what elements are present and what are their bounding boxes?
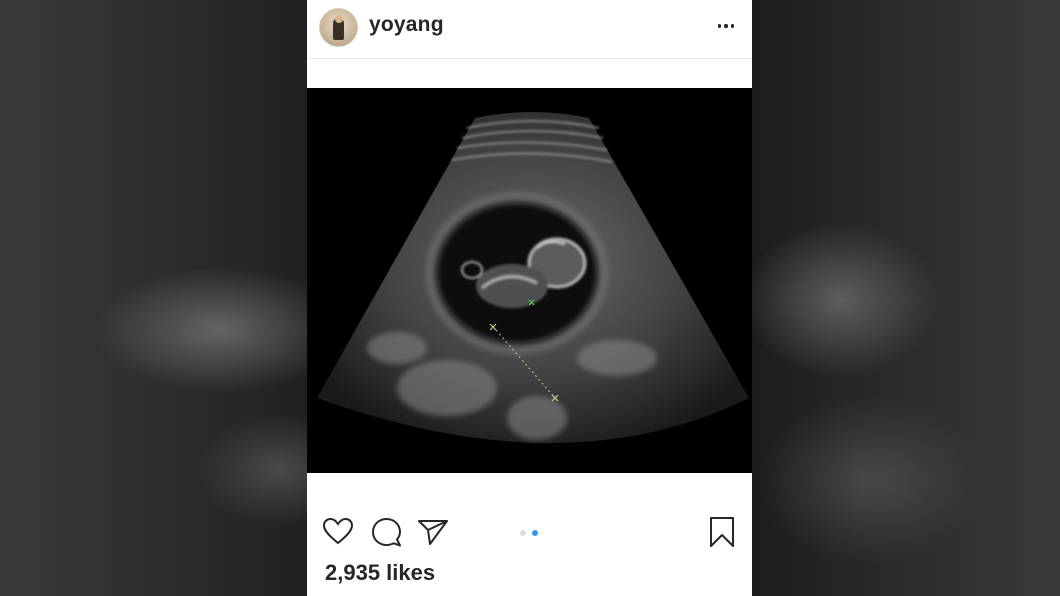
bookmark-icon[interactable] [705,515,739,549]
carousel-dot-1 [520,530,526,536]
more-options-icon[interactable] [714,14,738,38]
post-photo[interactable] [307,88,752,473]
likes-count[interactable]: 2,935 likes [325,560,435,586]
carousel-dot-2 [532,530,538,536]
paper-plane-icon[interactable] [416,515,450,549]
post-actions [307,505,752,561]
ultrasound-image [307,88,752,473]
heart-icon[interactable] [321,515,355,549]
instagram-post-card: yoyang 2,935 likes [307,0,752,596]
username[interactable]: yoyang [369,13,444,37]
post-header: yoyang [307,0,752,59]
carousel-indicator [520,530,538,536]
avatar-face [335,15,343,23]
avatar[interactable] [319,8,358,47]
comment-bubble-icon[interactable] [369,515,403,549]
